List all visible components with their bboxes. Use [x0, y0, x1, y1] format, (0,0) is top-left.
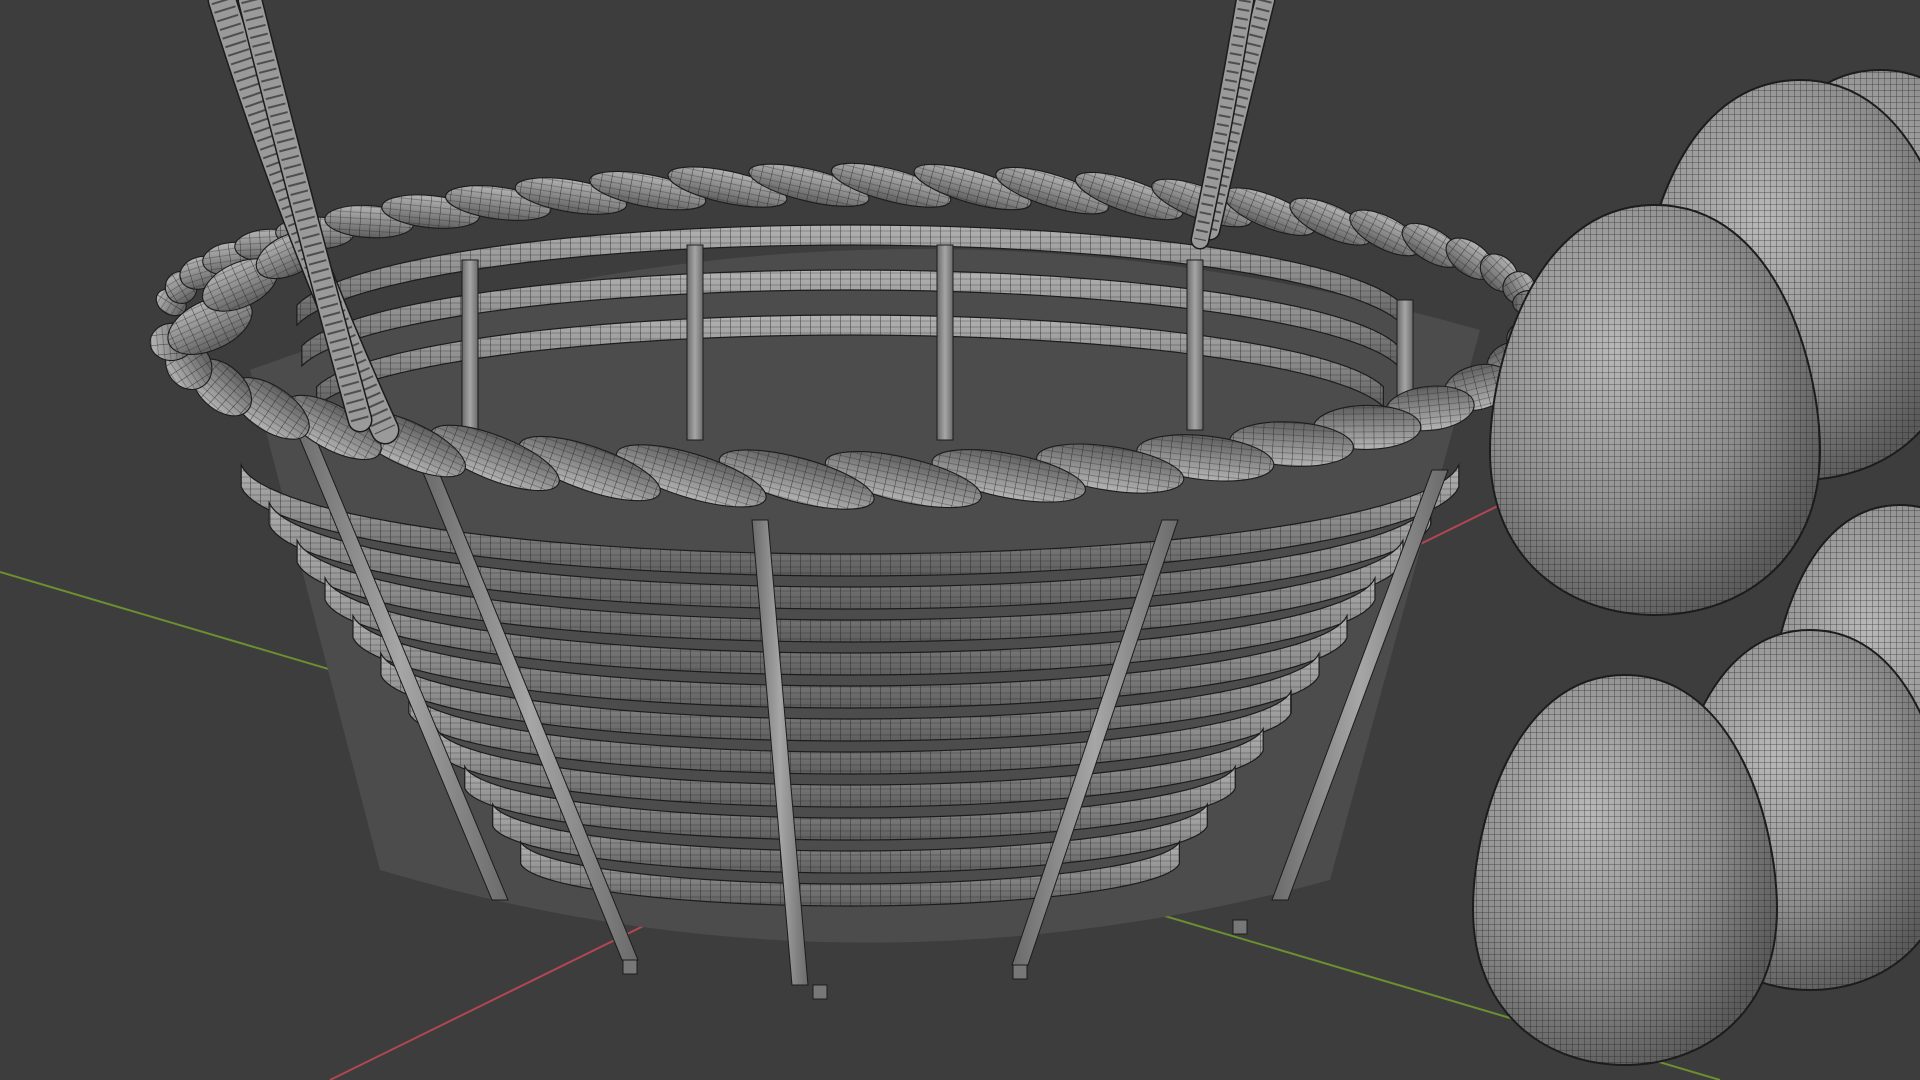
back-post-2 — [936, 244, 954, 441]
basket-foot-0 — [622, 959, 638, 975]
viewport-canvas[interactable] — [0, 0, 1920, 1080]
back-post-3 — [1186, 259, 1204, 431]
basket-mesh[interactable] — [148, 0, 1556, 1000]
basket-foot-3 — [1232, 919, 1248, 935]
3d-viewport[interactable] — [0, 0, 1920, 1080]
back-post-0 — [461, 259, 479, 441]
back-post-1 — [686, 244, 704, 441]
eggs-group[interactable] — [1471, 68, 1920, 1067]
basket-foot-1 — [812, 984, 828, 1000]
basket-foot-2 — [1012, 964, 1028, 980]
